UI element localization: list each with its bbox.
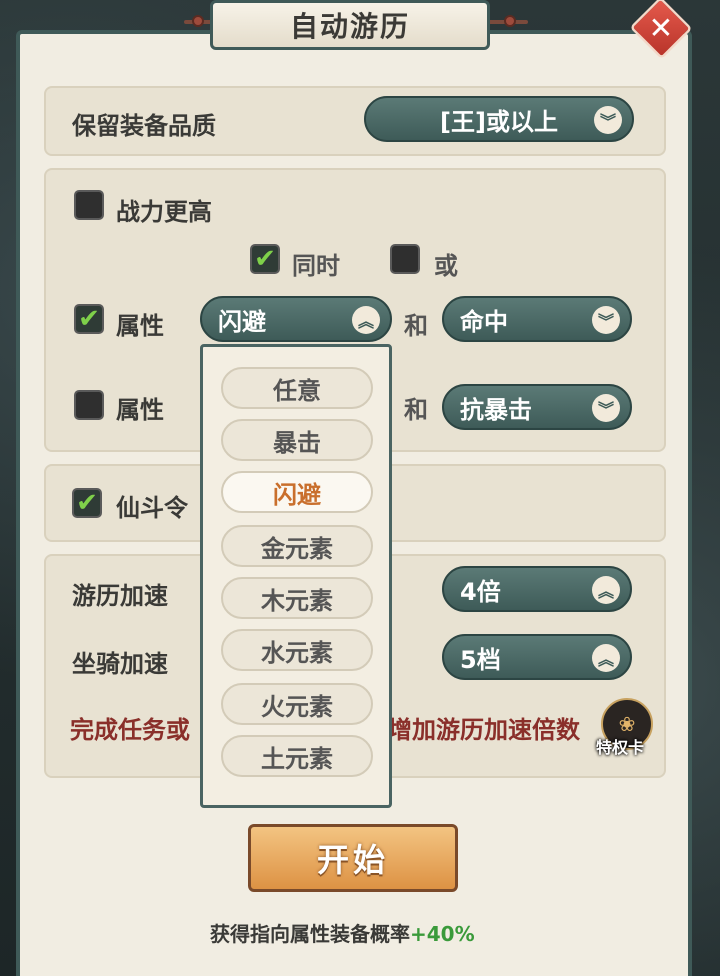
attr2-label: 属性 [116,396,164,424]
notice-right: 增加游历加速倍数 [388,716,580,744]
chevron-down-icon: ︾ [592,394,620,422]
attr1-checkbox[interactable]: ✔ [74,304,104,334]
dropdown-option-selected[interactable]: 闪避 [221,471,373,513]
chevron-up-icon: ︽ [592,576,620,604]
chevron-up-icon: ︽ [592,644,620,672]
quality-value: [王]或以上 [440,107,558,136]
attribute-dropdown: 任意 暴击 闪避 金元素 木元素 水元素 火元素 土元素 [200,344,392,808]
dropdown-option[interactable]: 木元素 [221,577,373,619]
privilege-card-badge[interactable]: ❀ 特权卡 [596,698,653,757]
chevron-down-icon: ︾ [594,106,622,134]
dropdown-option[interactable]: 水元素 [221,629,373,671]
token-label: 仙斗令 [116,494,188,522]
knot-left [192,15,204,27]
attr1-value: 闪避 [218,307,266,336]
dropdown-option[interactable]: 金元素 [221,525,373,567]
token-checkbox[interactable]: ✔ [72,488,102,518]
notice-left: 完成任务或 [70,716,190,744]
attr2-and: 和 [404,396,428,424]
or-label: 或 [434,252,458,280]
dropdown-option[interactable]: 土元素 [221,735,373,777]
attr1-select[interactable]: 闪避 ︽ [200,296,392,342]
title-plate: 自动游历 [210,0,490,50]
speed-select[interactable]: 4倍 ︽ [442,566,632,612]
attr2-second-select[interactable]: 抗暴击 ︾ [442,384,632,430]
bonus-text: 获得指向属性装备概率+40% [210,918,475,947]
check-icon: ✔ [76,488,98,518]
power-checkbox[interactable] [74,190,104,220]
attr1-second-value: 命中 [460,307,508,336]
bonus-value: +40% [410,922,475,946]
mount-value: 5档 [460,645,501,674]
chevron-down-icon: ︾ [592,306,620,334]
dropdown-option[interactable]: 火元素 [221,683,373,725]
mount-label: 坐骑加速 [72,650,168,678]
dropdown-option[interactable]: 暴击 [221,419,373,461]
or-checkbox[interactable] [390,244,420,274]
attr2-second-value: 抗暴击 [460,395,532,424]
privilege-card-label: 特权卡 [596,738,645,757]
knot-right [504,15,516,27]
speed-label: 游历加速 [72,582,168,610]
check-icon: ✔ [78,304,100,334]
start-label: 开始 [316,841,389,879]
bonus-label: 获得指向属性装备概率 [210,922,410,946]
start-button[interactable]: 开始 [248,824,458,892]
quality-label: 保留装备品质 [72,112,216,140]
attr1-label: 属性 [116,312,164,340]
attr2-checkbox[interactable] [74,390,104,420]
attr1-and: 和 [404,312,428,340]
same-label: 同时 [292,252,340,280]
dropdown-option[interactable]: 任意 [221,367,373,409]
panel-title: 自动游历 [289,10,410,43]
speed-value: 4倍 [460,577,501,606]
close-x-icon: ✕ [648,10,674,46]
same-checkbox[interactable]: ✔ [250,244,280,274]
attr1-second-select[interactable]: 命中 ︾ [442,296,632,342]
mount-select[interactable]: 5档 ︽ [442,634,632,680]
check-icon: ✔ [254,244,276,274]
quality-select[interactable]: [王]或以上 ︾ [364,96,634,142]
power-label: 战力更高 [116,198,212,226]
chevron-up-icon: ︽ [352,306,380,334]
